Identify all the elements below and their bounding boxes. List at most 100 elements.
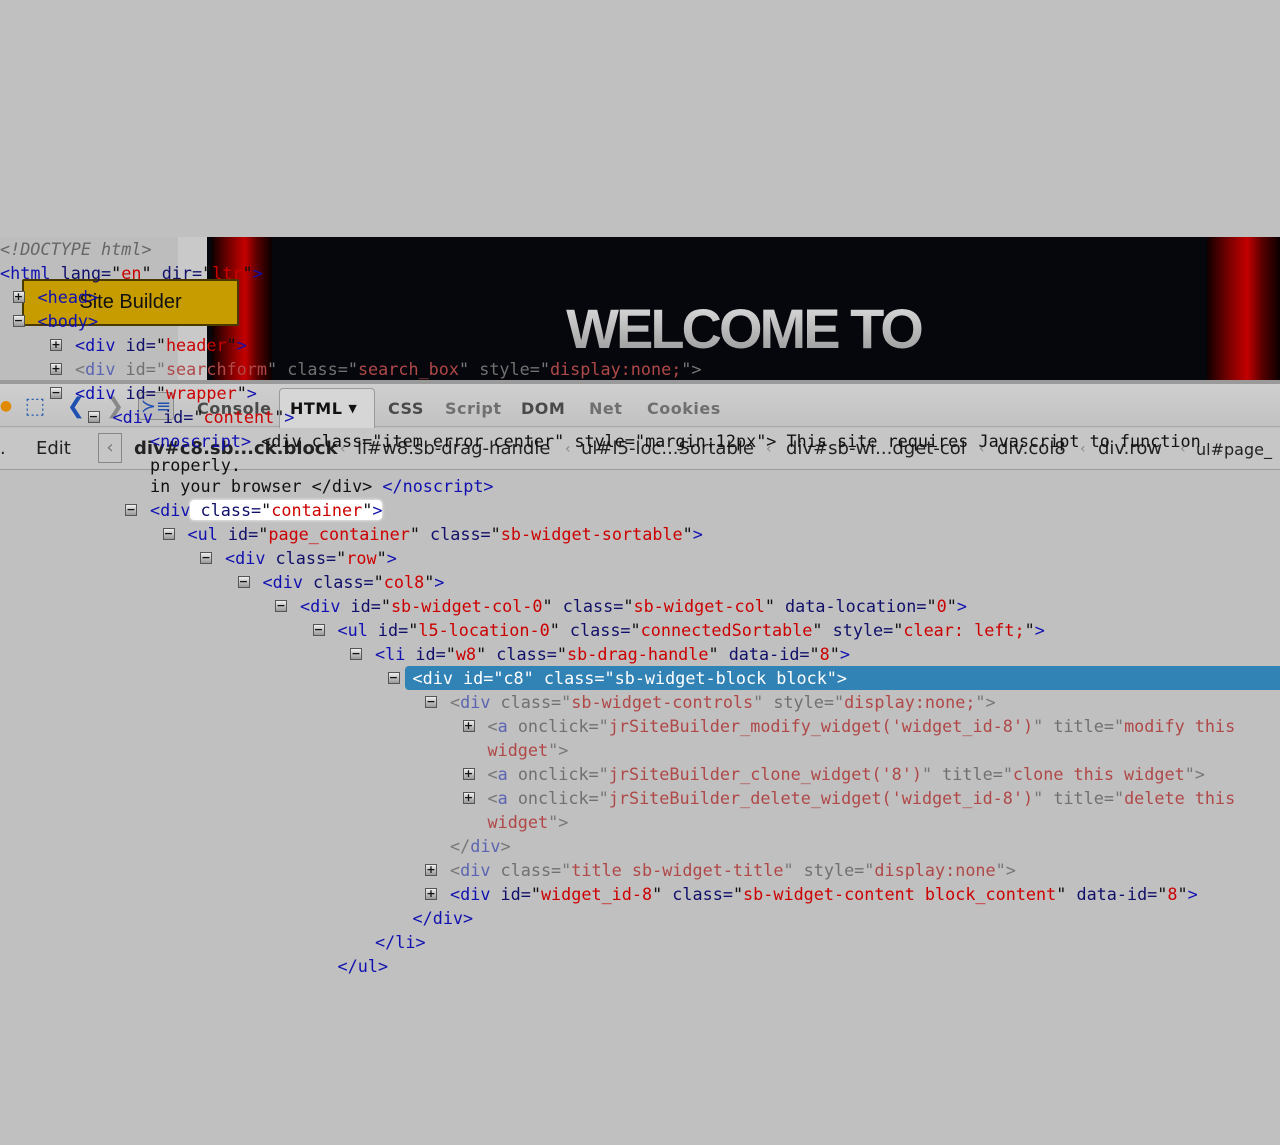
text-node: " — [826, 668, 837, 688]
attr-value: sb-widget-controls — [571, 692, 754, 712]
collapse-icon[interactable]: − — [387, 672, 400, 684]
collapse-icon[interactable]: − — [50, 387, 62, 399]
attr-name: id= — [115, 359, 156, 379]
tag-name: a — [497, 788, 508, 808]
text-node: " — [523, 668, 534, 688]
tree-node[interactable]: </ul> — [0, 954, 1280, 978]
tree-node[interactable]: − <div id="wrapper"> — [0, 381, 1280, 405]
text-node: " — [708, 644, 719, 664]
attr-value: searchform — [165, 359, 267, 379]
attr-name: class= — [559, 620, 631, 640]
tag-bracket: "> — [681, 359, 702, 379]
selected-node[interactable]: − <div id="c8" class="sb-widget-block blo… — [0, 666, 1280, 690]
tree-node[interactable]: <!DOCTYPE html> — [0, 237, 1280, 261]
expand-icon[interactable]: + — [50, 339, 62, 351]
text-node: " — [682, 524, 693, 544]
tree-node[interactable]: − <ul id="page_container" class="sb-widge… — [0, 522, 1280, 546]
tree-node[interactable]: + <a onclick="jrSiteBuilder_delete_widget… — [0, 786, 1280, 834]
tag-bracket: > — [1187, 884, 1198, 904]
tree-node[interactable]: − <div id="content"> — [0, 405, 1280, 429]
tree-node[interactable]: − <div id="sb-widget-col-0" class="sb-wid… — [0, 594, 1280, 618]
node-markup: <ul id="l5-location-0" class="connectedS… — [338, 620, 1045, 640]
expand-icon[interactable]: + — [462, 792, 475, 804]
tag-name: div — [460, 860, 491, 880]
expand-icon[interactable]: + — [50, 363, 62, 375]
tree-node[interactable]: − <div class="row"> — [0, 546, 1280, 570]
text-node: " — [1056, 884, 1067, 904]
collapse-icon[interactable]: − — [200, 552, 212, 564]
text-node: " — [764, 596, 775, 616]
tag-bracket: " — [347, 359, 358, 379]
tree-node[interactable]: − <div class="container"> — [0, 498, 1280, 522]
attr-name: style= — [822, 620, 894, 640]
expand-icon[interactable]: + — [462, 720, 475, 732]
expand-icon[interactable]: + — [12, 291, 25, 303]
attr-name: class= — [419, 524, 491, 544]
tag-bracket: " — [598, 764, 609, 784]
tree-node[interactable]: − <ul id="l5-location-0" class="connected… — [0, 618, 1280, 642]
tag-bracket: " — [598, 788, 609, 808]
tree-node[interactable]: − <div class="col8"> — [0, 570, 1280, 594]
tag-bracket: > — [240, 431, 252, 451]
tree-node[interactable]: + <div id="widget_id-8" class="sb-widget-… — [0, 882, 1280, 906]
tree-node[interactable]: <html lang="en" dir="ltr"> — [0, 261, 1280, 285]
tag-name: div — [432, 908, 464, 928]
node-markup: <li id="w8" class="sb-drag-handle" data-… — [375, 644, 850, 664]
attr-value: sb-widget-content block_content — [743, 884, 1057, 904]
attr-name: class= — [552, 596, 624, 616]
attr-value: sb-widget-col-0 — [390, 596, 543, 616]
attr-name: data-id= — [718, 644, 810, 664]
tree-node[interactable]: − <div class="sb-widget-controls" style="… — [0, 690, 1280, 714]
tag-bracket: "> — [975, 692, 996, 712]
collapse-icon[interactable]: − — [162, 528, 175, 540]
expand-icon[interactable]: + — [425, 888, 437, 900]
tag-bracket: > — [836, 668, 848, 688]
tree-node[interactable]: + <a onclick="jrSiteBuilder_modify_widget… — [0, 714, 1280, 762]
collapse-icon[interactable]: − — [350, 648, 362, 660]
tag-bracket: < — [150, 431, 161, 451]
expand-icon[interactable]: + — [462, 768, 475, 780]
attr-value: 0 — [936, 596, 947, 616]
tree-node[interactable]: <noscript> <div class="item error center… — [0, 429, 1280, 477]
tag-bracket: < — [37, 287, 48, 307]
collapse-icon[interactable]: − — [237, 576, 250, 588]
attr-value: display:none — [874, 860, 996, 880]
tag-bracket: " — [539, 359, 550, 379]
collapse-icon[interactable]: − — [275, 600, 287, 612]
collapse-icon[interactable]: − — [425, 696, 437, 708]
attr-name: style= — [763, 692, 834, 712]
tag-bracket: </ — [337, 956, 358, 976]
tree-node[interactable]: + <div id="searchform" class="search_box"… — [0, 357, 1280, 381]
tree-node[interactable]: </div> — [0, 834, 1280, 858]
tree-node[interactable]: − <body> — [0, 309, 1280, 333]
collapse-icon[interactable]: − — [87, 411, 100, 423]
tag-bracket: " — [561, 692, 572, 712]
tree-node[interactable]: </div> — [0, 906, 1280, 930]
text-node: " — [549, 620, 560, 640]
text-node: " — [732, 884, 744, 904]
node-markup: <a onclick="jrSiteBuilder_delete_widget(… — [488, 788, 1246, 832]
node-markup: <a onclick="jrSiteBuilder_clone_widget('… — [488, 764, 1205, 784]
collapse-icon[interactable]: − — [125, 504, 137, 516]
node-markup: <head> — [38, 287, 99, 307]
tag-bracket: < — [75, 335, 86, 355]
tree-node[interactable]: </li> — [0, 930, 1280, 954]
collapse-icon[interactable]: − — [312, 624, 325, 636]
node-markup: <ul id="page_container" class="sb-widget… — [188, 524, 703, 544]
tree-node[interactable]: + <a onclick="jrSiteBuilder_clone_widget(… — [0, 762, 1280, 786]
tree-node[interactable]: + <head> — [0, 285, 1280, 309]
text-node: " — [202, 263, 213, 283]
tree-node[interactable]: in your browser </div> </noscript> — [0, 474, 1280, 498]
tag-bracket: " — [267, 359, 278, 379]
tree-node[interactable]: + <div id="header"> — [0, 333, 1280, 357]
tag-bracket: < — [487, 788, 498, 808]
expand-icon[interactable]: + — [425, 864, 437, 876]
doctype: <!DOCTYPE html> — [0, 239, 152, 259]
tree-node[interactable]: + <div class="title sb-widget-title" styl… — [0, 858, 1280, 882]
collapse-icon[interactable]: − — [12, 315, 25, 327]
tree-node[interactable]: − <li id="w8" class="sb-drag-handle" data… — [0, 642, 1280, 666]
tag-name: li — [385, 644, 406, 664]
tag-name: div — [235, 548, 266, 568]
tag-bracket: < — [112, 407, 123, 427]
tag-bracket: " — [753, 692, 764, 712]
